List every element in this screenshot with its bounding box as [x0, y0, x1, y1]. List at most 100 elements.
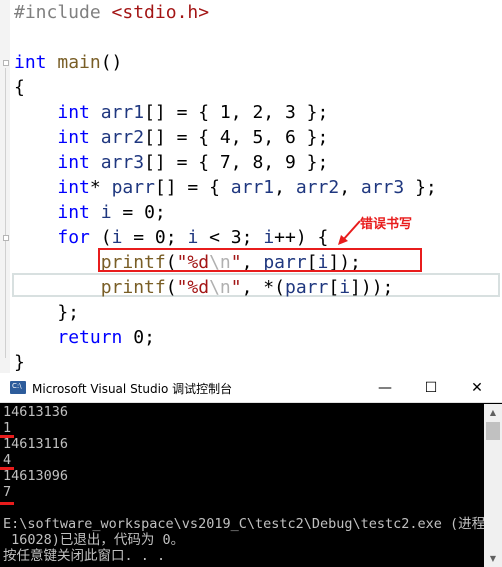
code-token: arr2 [295, 177, 340, 198]
code-token: int [57, 127, 90, 148]
code-token: * [89, 177, 112, 198]
code-line[interactable]: } [14, 350, 25, 373]
fold-toggle-for[interactable] [3, 235, 9, 241]
code-token: < 3; [198, 227, 264, 248]
fold-guide [5, 68, 6, 358]
code-token: printf [100, 277, 166, 298]
code-token: ])); [350, 277, 394, 298]
code-token: ( [165, 277, 177, 298]
code-token: [] = { 1, 2, 3 }; [144, 102, 329, 123]
console-title: Microsoft Visual Studio 调试控制台 [32, 382, 233, 396]
code-line[interactable]: int* parr[] = { arr1, arr2, arr3 }; [14, 175, 437, 200]
console-line: 14613136 [3, 404, 69, 420]
code-token: " [230, 277, 242, 298]
code-token: int [57, 152, 90, 173]
code-line[interactable]: int i = 0; [14, 200, 166, 225]
console-line: 14613096 [3, 468, 69, 484]
code-line[interactable]: #include <stdio.h> [14, 0, 209, 25]
code-token: int [57, 202, 90, 223]
console-scrollbar[interactable]: ▲ ▼ [484, 404, 502, 567]
console-line: 按任意键关闭此窗口. . . [3, 548, 166, 564]
code-token: arr3 [100, 152, 145, 173]
code-token: #include [14, 2, 112, 23]
console-line: 7 [3, 484, 12, 500]
code-token: ( [89, 227, 112, 248]
fold-toggle-main[interactable] [3, 60, 9, 66]
code-token: return [57, 327, 123, 348]
code-token: i [263, 227, 275, 248]
code-token: int [57, 177, 90, 198]
console-line: 1 [3, 420, 12, 436]
red-underline-mark [0, 502, 14, 505]
code-token: () [100, 52, 123, 73]
code-line[interactable]: { [14, 75, 25, 100]
code-line[interactable]: printf("%d\n", *(parr[i])); [14, 275, 394, 300]
debug-console-window[interactable]: C:\ Microsoft Visual Studio 调试控制台 — ☐ ✕ … [0, 373, 502, 567]
code-token: int [14, 52, 47, 73]
code-token: , [339, 177, 361, 198]
code-token: i [187, 227, 199, 248]
code-token: [] = { [154, 177, 231, 198]
code-token: arr3 [360, 177, 405, 198]
console-titlebar[interactable]: C:\ Microsoft Visual Studio 调试控制台 — ☐ ✕ [0, 373, 502, 403]
code-token: i [111, 227, 123, 248]
code-token: = 0; [111, 202, 166, 223]
console-line: 16028)已退出，代码为 0。 [3, 532, 185, 548]
console-line: E:\software_workspace\vs2019_C\testc2\De… [3, 516, 486, 532]
code-token: [] = { 4, 5, 6 }; [144, 127, 329, 148]
code-line[interactable]: int arr3[] = { 7, 8, 9 }; [14, 150, 328, 175]
code-token: 0; [122, 327, 155, 348]
scroll-up-icon[interactable]: ▲ [484, 404, 502, 421]
scroll-down-icon[interactable]: ▼ [484, 550, 502, 567]
code-token: arr1 [100, 102, 145, 123]
code-token: , *( [241, 277, 285, 298]
code-token: arr1 [230, 177, 275, 198]
code-token: [ [328, 277, 340, 298]
minimize-button[interactable]: — [362, 373, 408, 402]
code-token: <stdio.h> [111, 2, 210, 23]
code-token: parr [284, 277, 329, 298]
console-line: 4 [3, 452, 12, 468]
code-line[interactable]: int arr2[] = { 4, 5, 6 }; [14, 125, 328, 150]
error-highlight-box [98, 248, 422, 272]
code-token: , [274, 177, 296, 198]
code-line[interactable]: for (i = 0; i < 3; i++) { [14, 225, 328, 250]
editor-gutter [0, 0, 10, 373]
console-app-icon: C:\ [10, 381, 26, 394]
code-token: for [57, 227, 90, 248]
code-token: }; [14, 302, 80, 323]
close-button[interactable]: ✕ [454, 373, 500, 402]
code-token: = 0; [122, 227, 188, 248]
code-line[interactable]: }; [14, 300, 79, 325]
code-token: int [57, 102, 90, 123]
maximize-button[interactable]: ☐ [408, 373, 454, 402]
code-token: "%d [176, 277, 210, 298]
code-line[interactable]: int main() [14, 50, 122, 75]
code-token: arr2 [100, 127, 145, 148]
code-token: }; [404, 177, 437, 198]
console-line: 14613116 [3, 436, 69, 452]
code-editor[interactable]: #include <stdio.h> int main(){ int arr1[]… [0, 0, 502, 373]
code-token: main [57, 52, 101, 73]
scrollbar-thumb[interactable] [486, 422, 500, 440]
code-token: ++) { [274, 227, 329, 248]
code-line[interactable]: return 0; [14, 325, 155, 350]
code-token: parr [111, 177, 155, 198]
code-token: { [14, 77, 25, 98]
code-line[interactable]: int arr1[] = { 1, 2, 3 }; [14, 100, 328, 125]
code-token: i [100, 202, 112, 223]
